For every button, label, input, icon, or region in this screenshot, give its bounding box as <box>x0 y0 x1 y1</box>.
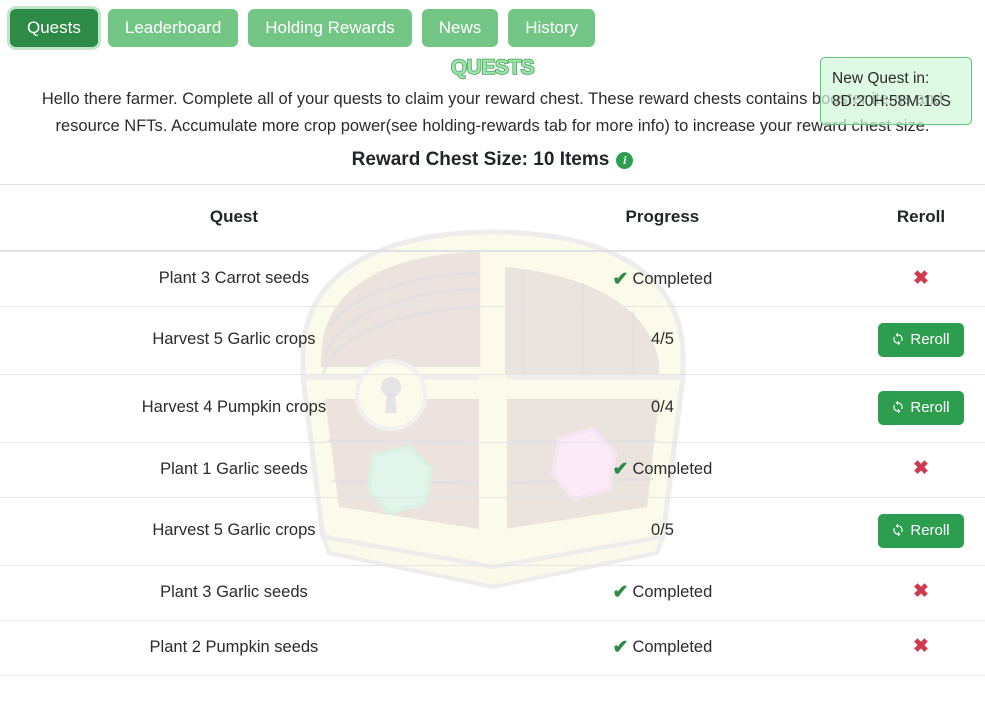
quest-table: Quest Progress Reroll Plant 3 Carrot see… <box>0 185 985 676</box>
new-quest-timer-label: New Quest in: <box>832 70 930 87</box>
quest-progress: 0/4 <box>467 374 857 443</box>
column-header-reroll: Reroll <box>856 185 985 253</box>
reroll-label: Reroll <box>910 398 950 416</box>
new-quest-timer-value: 8D:20H:58M:16S <box>832 93 951 111</box>
quest-action-cell: ✖ <box>856 565 985 621</box>
quest-progress: ✔ Completed <box>467 565 857 621</box>
cancel-quest-icon[interactable]: ✖ <box>913 459 929 478</box>
check-icon: ✔ <box>612 268 629 290</box>
check-icon: ✔ <box>612 459 629 481</box>
table-row: Plant 1 Garlic seeds ✔ Completed ✖ <box>0 442 985 498</box>
reroll-button[interactable]: Reroll <box>877 390 964 425</box>
table-row: Plant 2 Pumpkin seeds ✔ Completed ✖ <box>0 620 985 676</box>
quest-table-body: Plant 3 Carrot seeds ✔ Completed ✖ Harvest 5… <box>0 251 985 676</box>
reward-chest-size: Reward Chest Size: 10 Items i <box>0 149 985 171</box>
reroll-label: Reroll <box>910 330 950 348</box>
tab-bar: Quests Leaderboard Holding Rewards News … <box>0 0 985 55</box>
cancel-quest-icon[interactable]: ✖ <box>913 637 929 656</box>
tab-holding-rewards[interactable]: Holding Rewards <box>248 9 412 47</box>
reroll-button[interactable]: Reroll <box>877 513 964 548</box>
check-icon: ✔ <box>612 637 629 659</box>
progress-completed: ✔ Completed <box>613 269 713 289</box>
progress-label: Completed <box>632 460 713 479</box>
sync-icon <box>893 524 904 537</box>
table-header-row: Quest Progress Reroll <box>0 185 985 253</box>
quest-table-header: Quest Progress Reroll <box>0 185 985 253</box>
progress-completed: ✔ Completed <box>613 459 713 479</box>
cancel-quest-icon[interactable]: ✖ <box>913 269 929 288</box>
tab-quests[interactable]: Quests <box>10 9 98 47</box>
quest-name: Plant 2 Pumpkin seeds <box>0 620 468 676</box>
quest-name: Harvest 5 Garlic crops <box>0 306 468 375</box>
reroll-label: Reroll <box>910 521 950 539</box>
tab-news[interactable]: News <box>421 9 499 47</box>
quest-action-cell: Reroll <box>856 306 985 375</box>
progress-label: Completed <box>632 638 713 657</box>
quest-name: Harvest 5 Garlic crops <box>0 497 468 566</box>
quest-action-cell: Reroll <box>856 497 985 566</box>
table-row: Plant 3 Carrot seeds ✔ Completed ✖ <box>0 251 985 307</box>
quest-progress: 4/5 <box>467 306 857 375</box>
reward-chest-size-label: Reward Chest Size: 10 Items <box>351 149 610 171</box>
table-row: Harvest 5 Garlic crops 4/5 Reroll <box>0 306 985 375</box>
quest-progress: ✔ Completed <box>467 620 857 676</box>
quest-progress: 0/5 <box>467 497 857 566</box>
table-row: Harvest 4 Pumpkin crops 0/4 Reroll <box>0 374 985 443</box>
reroll-button[interactable]: Reroll <box>877 322 964 357</box>
quest-name: Harvest 4 Pumpkin crops <box>0 374 468 443</box>
quest-name: Plant 3 Carrot seeds <box>0 251 468 307</box>
table-row: Harvest 5 Garlic crops 0/5 Reroll <box>0 497 985 566</box>
column-header-progress: Progress <box>467 185 857 253</box>
sync-icon <box>893 401 904 414</box>
progress-completed: ✔ Completed <box>613 582 713 602</box>
quest-table-container: Quest Progress Reroll Plant 3 Carrot see… <box>0 184 985 676</box>
quest-name: Plant 1 Garlic seeds <box>0 442 468 498</box>
tab-leaderboard[interactable]: Leaderboard <box>107 9 239 47</box>
check-icon: ✔ <box>612 582 629 604</box>
cancel-quest-icon[interactable]: ✖ <box>913 582 929 601</box>
quest-action-cell: ✖ <box>856 620 985 676</box>
quest-progress: ✔ Completed <box>467 442 857 498</box>
table-row: Plant 3 Garlic seeds ✔ Completed ✖ <box>0 565 985 621</box>
info-icon[interactable]: i <box>616 151 634 169</box>
progress-label: Completed <box>632 583 713 602</box>
column-header-quest: Quest <box>0 185 468 253</box>
sync-icon <box>893 333 904 346</box>
progress-completed: ✔ Completed <box>613 637 713 657</box>
quest-progress: ✔ Completed <box>467 251 857 307</box>
quest-action-cell: Reroll <box>856 374 985 443</box>
quest-action-cell: ✖ <box>856 442 985 498</box>
quest-name: Plant 3 Garlic seeds <box>0 565 468 621</box>
quest-action-cell: ✖ <box>856 251 985 307</box>
new-quest-timer-badge: New Quest in: 8D:20H:58M:16S <box>820 57 972 125</box>
progress-label: Completed <box>632 269 713 288</box>
tab-history[interactable]: History <box>508 9 596 47</box>
